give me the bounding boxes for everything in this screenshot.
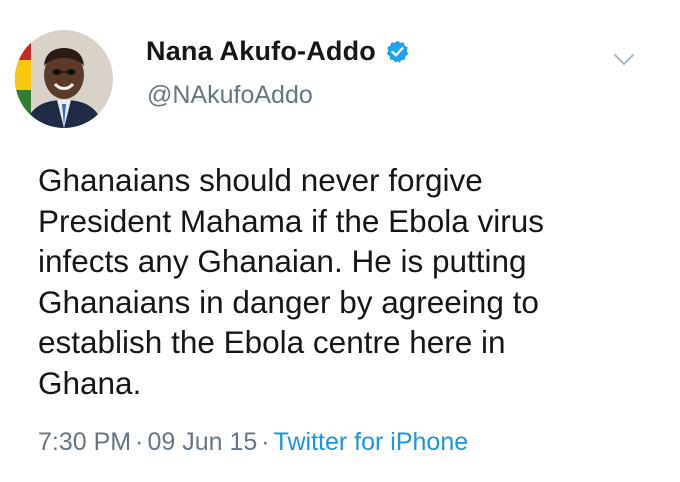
- avatar[interactable]: [15, 30, 113, 128]
- verified-badge-icon: [385, 39, 410, 64]
- name-row: Nana Akufo-Addo: [146, 36, 410, 67]
- tweet-card: Nana Akufo-Addo @NAkufoAddo Ghanaians sh…: [0, 0, 680, 482]
- tweet-source-link[interactable]: Twitter for iPhone: [274, 428, 469, 456]
- meta-separator: ·: [261, 428, 270, 456]
- avatar-image: [15, 30, 113, 128]
- tweet-text: Ghanaians should never forgive President…: [38, 162, 544, 401]
- tweet-time[interactable]: 7:30 PM: [38, 428, 131, 456]
- chevron-down-icon[interactable]: [612, 52, 636, 68]
- tweet-meta: 7:30 PM · 09 Jun 15 · Twitter for iPhone: [38, 428, 468, 457]
- meta-separator: ·: [135, 428, 144, 456]
- display-name[interactable]: Nana Akufo-Addo: [146, 36, 376, 67]
- tweet-date[interactable]: 09 Jun 15: [147, 428, 257, 456]
- user-handle[interactable]: @NAkufoAddo: [147, 81, 313, 110]
